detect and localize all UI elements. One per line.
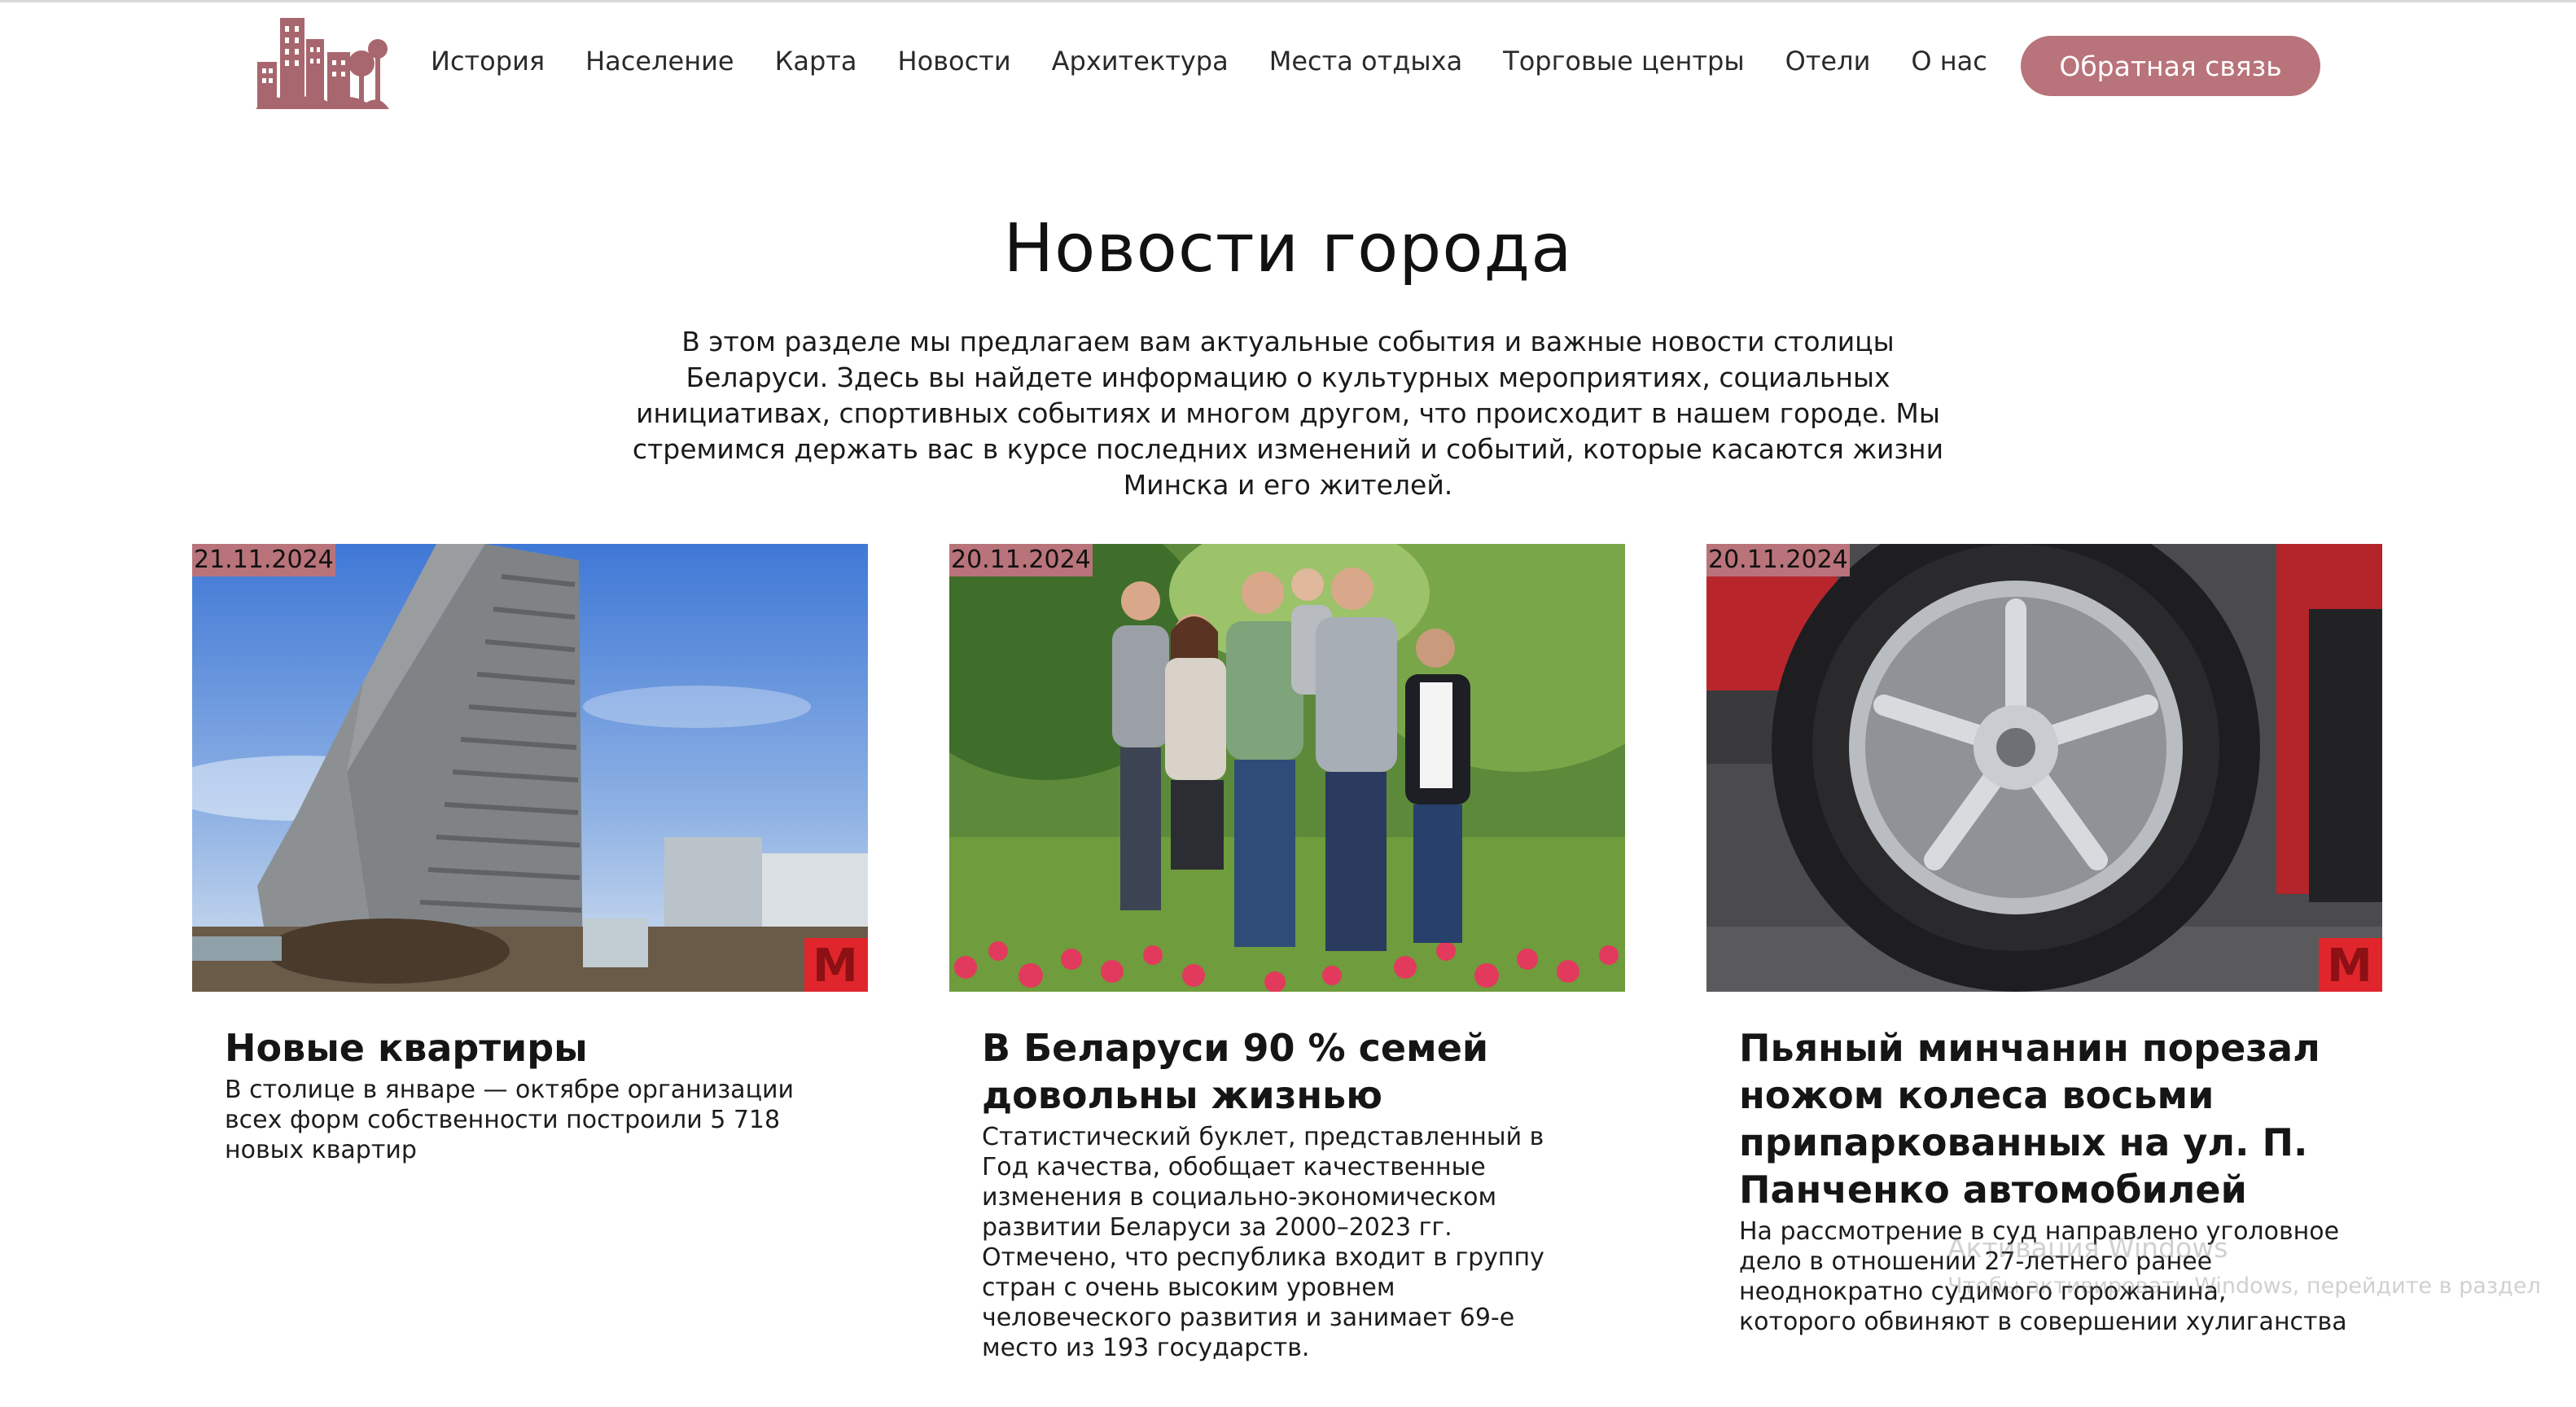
top-divider xyxy=(0,0,2576,2)
source-logo xyxy=(804,938,868,992)
family-photo[interactable]: 20.11.2024 xyxy=(949,544,1625,992)
intro-text: В этом разделе мы предлагаем вам актуаль… xyxy=(632,326,1944,501)
main-nav: История Население Карта Новости Архитект… xyxy=(431,46,2028,77)
nav-item-history[interactable]: История xyxy=(431,46,545,77)
news-summary: На рассмотрение в суд направлено уголовн… xyxy=(1739,1217,2347,1336)
nav-item-leisure[interactable]: Места отдыха xyxy=(1269,46,1462,77)
news-card[interactable]: 20.11.2024 Пьяный минчанин порезал ножом… xyxy=(1706,544,2382,1337)
news-title[interactable]: В Беларуси 90 % семей довольны жизнью xyxy=(982,1024,1592,1119)
apartment-building-photo[interactable]: 21.11.2024 xyxy=(192,544,868,992)
nav-item-about[interactable]: О нас xyxy=(1911,46,1987,77)
news-summary: Статистический буклет, представленный в … xyxy=(982,1123,1544,1362)
news-summary: В столице в январе — октябре организации… xyxy=(225,1076,794,1164)
nav-item-population[interactable]: Население xyxy=(585,46,734,77)
car-wheel-photo[interactable]: 20.11.2024 xyxy=(1706,544,2382,992)
city-skyline-logo[interactable] xyxy=(256,15,389,111)
news-card[interactable]: 21.11.2024 Новые квартиры В столице в ян… xyxy=(192,544,868,1165)
nav-item-news[interactable]: Новости xyxy=(898,46,1011,77)
nav-item-map[interactable]: Карта xyxy=(775,46,857,77)
news-date: 21.11.2024 xyxy=(192,544,335,576)
news-date: 20.11.2024 xyxy=(1706,544,1850,576)
news-title[interactable]: Новые квартиры xyxy=(225,1024,835,1072)
news-card[interactable]: 20.11.2024 В Беларуси 90 % семей довольн… xyxy=(949,544,1625,1363)
feedback-button[interactable]: Обратная связь xyxy=(2021,36,2320,96)
news-date: 20.11.2024 xyxy=(949,544,1093,576)
nav-item-hotels[interactable]: Отели xyxy=(1785,46,1871,77)
news-title[interactable]: Пьяный минчанин порезал ножом колеса вос… xyxy=(1739,1024,2350,1213)
nav-item-shopping[interactable]: Торговые центры xyxy=(1503,46,1744,77)
page-title: Новости города xyxy=(1003,210,1573,287)
nav-item-architecture[interactable]: Архитектура xyxy=(1052,46,1229,77)
source-logo xyxy=(2319,938,2382,992)
